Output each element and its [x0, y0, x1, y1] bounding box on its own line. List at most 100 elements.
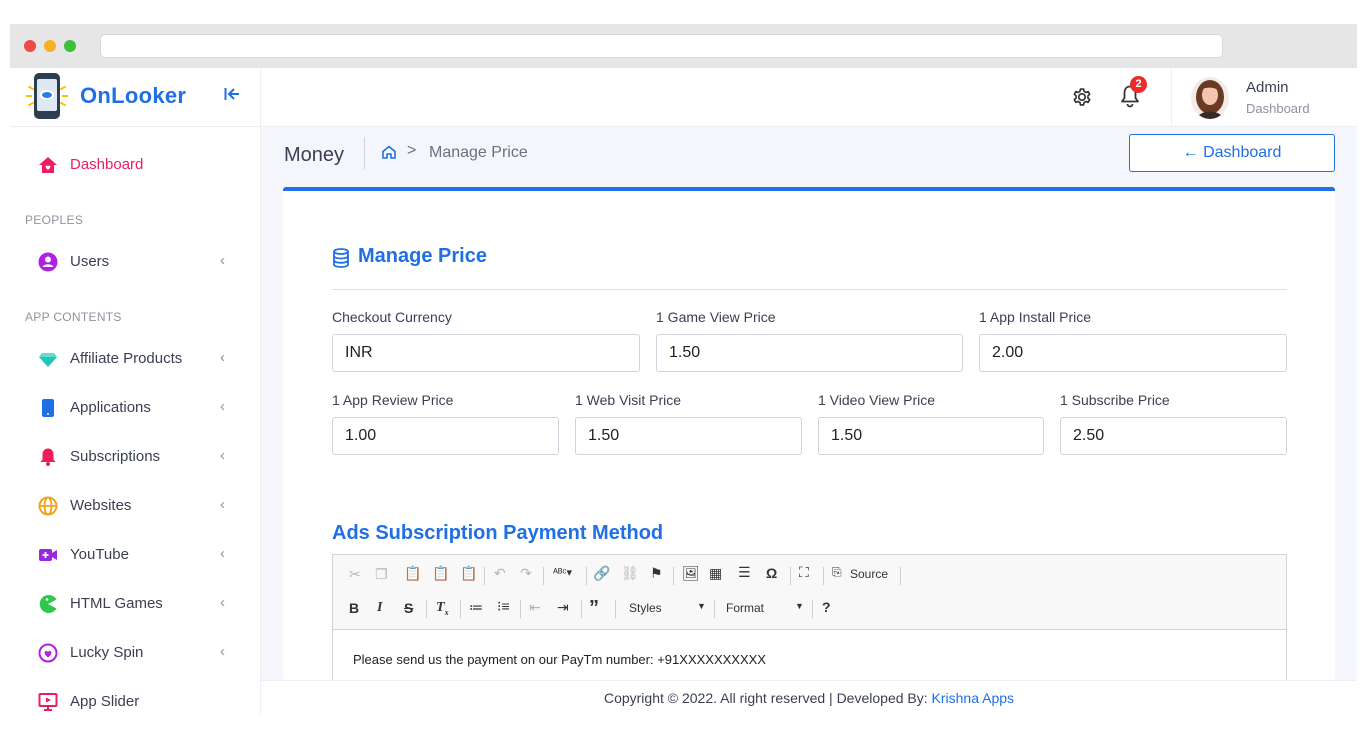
home-icon[interactable] [381, 144, 397, 160]
url-bar[interactable] [100, 34, 1223, 58]
editor-toolbar: ✂ ❐ 📋 📋 📋 ↶ ↷ ᴬᴮᶜ▾ 🔗 ⛓ ⚑ 🖼 ▦ ☰ Ω ⛶ ⎘ Sou… [333, 555, 1286, 630]
outdent-icon[interactable]: ⇤ [529, 599, 541, 616]
subscribe-price-input[interactable] [1060, 417, 1287, 455]
chevron-right-icon: > [407, 142, 417, 159]
rich-text-editor: ✂ ❐ 📋 📋 📋 ↶ ↷ ᴬᴮᶜ▾ 🔗 ⛓ ⚑ 🖼 ▦ ☰ Ω ⛶ ⎘ Sou… [332, 554, 1287, 680]
sidebar-item-users[interactable]: Users ‹ [10, 241, 261, 281]
sidebar-item-label: HTML Games [70, 595, 163, 612]
sidebar-item-label: Lucky Spin [70, 644, 144, 661]
italic-icon[interactable]: I [377, 600, 382, 616]
user-role: Dashboard [1246, 101, 1310, 116]
manage-price-card: Manage Price Checkout Currency 1 Game Vi… [283, 187, 1335, 680]
app-review-price-input[interactable] [332, 417, 559, 455]
blockquote-icon[interactable]: ” [589, 597, 599, 620]
format-dropdown[interactable]: Format [726, 601, 764, 615]
ads-section-title: Ads Subscription Payment Method [332, 522, 664, 544]
field-label: 1 Video View Price [818, 392, 935, 408]
chevron-left-icon: ‹ [220, 447, 225, 464]
source-button[interactable]: Source [850, 567, 888, 581]
undo-icon[interactable]: ↶ [494, 565, 506, 582]
brand: OnLooker [10, 68, 261, 127]
field-label: Checkout Currency [332, 309, 452, 325]
link-icon[interactable]: 🔗 [593, 565, 610, 582]
sidebar-item-dashboard[interactable]: Dashboard [10, 144, 261, 184]
logo-icon [34, 73, 60, 119]
avatar[interactable] [1191, 77, 1229, 119]
video-icon [39, 549, 57, 561]
sidebar-item-websites[interactable]: Websites ‹ [10, 485, 261, 525]
unlink-icon[interactable]: ⛓ [621, 565, 639, 582]
editor-content[interactable]: Please send us the payment on our PayTm … [353, 652, 766, 667]
numbered-list-icon[interactable]: ≔ [469, 599, 483, 616]
minimize-dot-icon[interactable] [44, 40, 56, 52]
checkout-currency-input[interactable] [332, 334, 640, 372]
game-view-price-input[interactable] [656, 334, 963, 372]
chevron-left-icon: ‹ [220, 496, 225, 513]
top-bar: 2 Admin Dashboard [261, 68, 1357, 127]
slides-icon [38, 693, 58, 711]
brand-name: OnLooker [80, 83, 187, 108]
gear-icon[interactable] [1071, 86, 1093, 108]
field-label: 1 Web Visit Price [575, 392, 682, 408]
sidebar-item-html-games[interactable]: HTML Games ‹ [10, 583, 261, 623]
sidebar-item-youtube[interactable]: YouTube ‹ [10, 534, 261, 574]
sidebar-item-subscriptions[interactable]: Subscriptions ‹ [10, 436, 261, 476]
back-to-dashboard-button[interactable]: ← Dashboard [1129, 134, 1335, 172]
chevron-left-icon: ‹ [220, 594, 225, 611]
web-visit-price-input[interactable] [575, 417, 802, 455]
help-icon[interactable]: ? [822, 599, 831, 615]
redo-icon[interactable]: ↷ [520, 565, 532, 582]
bullet-list-icon[interactable]: ⁝≡ [497, 598, 510, 615]
sidebar-item-label: Subscriptions [70, 448, 161, 465]
section-peoples: PEOPLES [25, 213, 84, 227]
copy-icon[interactable]: ❐ [375, 566, 388, 583]
chevron-left-icon: ‹ [220, 252, 225, 269]
sidebar-item-app-slider[interactable]: App Slider [10, 681, 261, 714]
database-icon [333, 248, 349, 268]
notification-badge: 2 [1130, 76, 1147, 93]
sidebar-item-label: Dashboard [70, 156, 144, 173]
image-icon[interactable]: 🖼 [682, 565, 700, 582]
chevron-down-icon: ▼ [795, 601, 804, 611]
footer: Copyright © 2022. All right reserved | D… [261, 680, 1357, 714]
bell-icon [40, 448, 56, 466]
form-title: Manage Price [358, 245, 487, 267]
sidebar-item-label: Users [70, 253, 110, 270]
strikethrough-icon[interactable]: S [404, 600, 413, 616]
anchor-flag-icon[interactable]: ⚑ [650, 565, 663, 582]
spellcheck-icon[interactable]: ᴬᴮᶜ▾ [553, 566, 572, 579]
video-view-price-input[interactable] [818, 417, 1044, 455]
styles-dropdown[interactable]: Styles [629, 601, 662, 615]
pacman-icon [39, 595, 57, 613]
table-icon[interactable]: ▦ [709, 565, 722, 582]
field-label: 1 Subscribe Price [1060, 392, 1170, 408]
chevron-left-icon: ‹ [220, 545, 225, 562]
paste-icon[interactable]: 📋 [404, 565, 421, 582]
special-char-icon[interactable]: Ω [766, 565, 777, 581]
paste-word-icon[interactable]: 📋 [460, 565, 477, 582]
footer-link[interactable]: Krishna Apps [932, 690, 1015, 706]
sidebar-item-label: YouTube [70, 546, 129, 563]
cut-icon[interactable]: ✂ [349, 566, 361, 583]
breadcrumb-current: Manage Price [429, 144, 528, 161]
remove-format-icon[interactable]: Tx [436, 600, 449, 617]
bold-icon[interactable]: B [349, 600, 359, 616]
source-icon[interactable]: ⎘ [832, 565, 842, 580]
maximize-icon[interactable]: ⛶ [799, 564, 809, 581]
chevron-left-icon: ‹ [220, 643, 225, 660]
sidebar-item-affiliate-products[interactable]: Affiliate Products ‹ [10, 338, 261, 378]
paste-text-icon[interactable]: 📋 [432, 565, 449, 582]
sidebar-item-applications[interactable]: Applications ‹ [10, 387, 261, 427]
horizontal-line-icon[interactable]: ☰ [738, 564, 751, 581]
indent-icon[interactable]: ⇥ [557, 599, 569, 616]
maximize-dot-icon[interactable] [64, 40, 76, 52]
chevron-left-icon: ‹ [220, 398, 225, 415]
field-label: 1 App Review Price [332, 392, 454, 408]
collapse-sidebar-icon[interactable] [224, 85, 240, 106]
sidebar-item-lucky-spin[interactable]: Lucky Spin ‹ [10, 632, 261, 672]
sidebar-item-label: Applications [70, 399, 151, 416]
close-dot-icon[interactable] [24, 40, 36, 52]
sidebar: OnLooker Dashboard PEOPLES Users ‹ APP C… [10, 68, 261, 714]
main-content: Money > Manage Price ← Dashboard Manage … [261, 127, 1357, 680]
app-install-price-input[interactable] [979, 334, 1287, 372]
